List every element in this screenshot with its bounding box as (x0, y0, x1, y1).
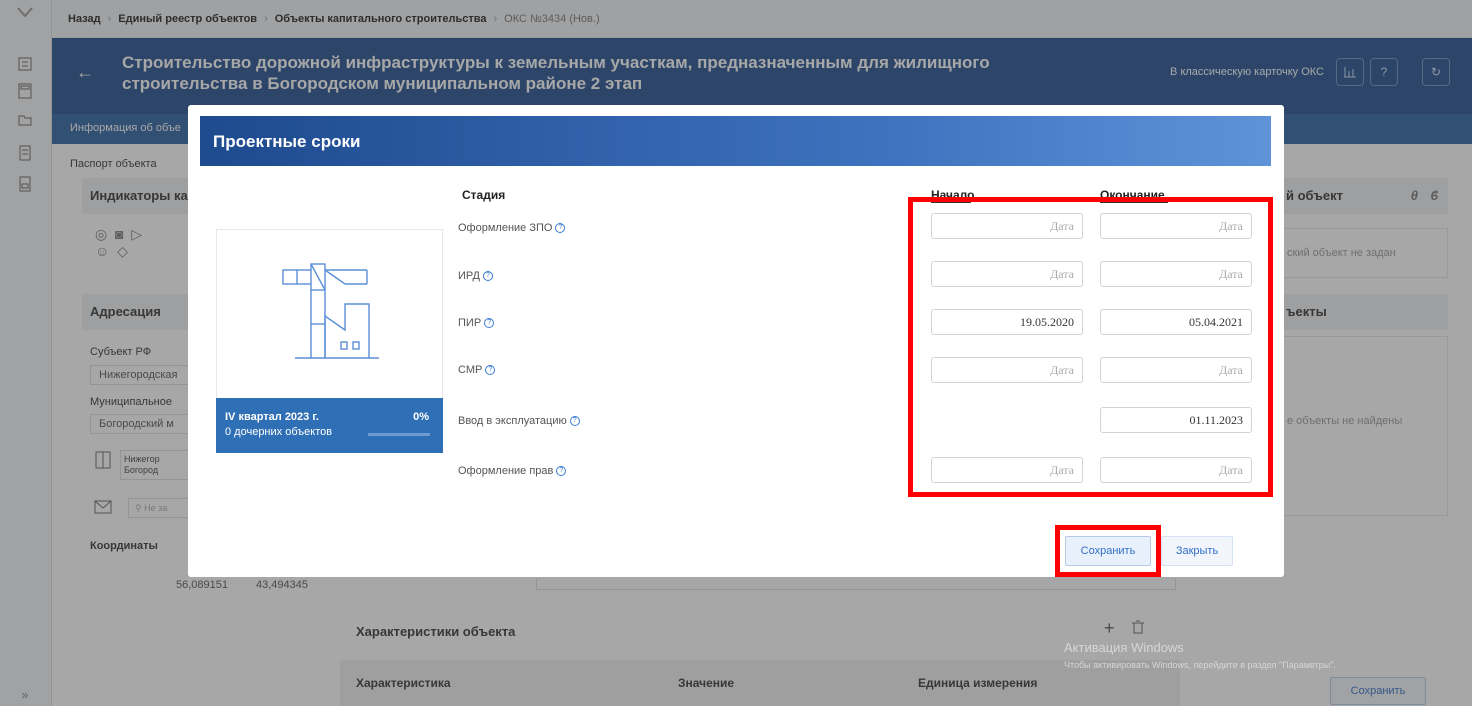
stage-row-pir: ПИР? (458, 317, 495, 329)
help-icon[interactable]: ? (569, 416, 580, 427)
help-icon[interactable]: ? (482, 271, 493, 282)
column-stage: Стадия (462, 188, 506, 202)
progress-percent: 0% (413, 411, 429, 423)
stage-label: Оформление прав (458, 465, 554, 477)
dialog-title: Проектные сроки (213, 132, 361, 151)
object-status-bar: IV квартал 2023 г. 0% 0 дочерних объекто… (216, 398, 443, 453)
save-button[interactable]: Сохранить (1065, 536, 1151, 566)
help-icon[interactable]: ? (556, 466, 567, 477)
help-icon[interactable]: ? (555, 223, 566, 234)
stage-label: Ввод в эксплуатацию (458, 415, 567, 427)
stage-row-rights: Оформление прав? (458, 465, 567, 477)
project-terms-dialog: Проектные сроки IV квартал 2023 г. 0% 0 … (188, 105, 1284, 577)
activation-watermark: Активация Windows (1064, 640, 1184, 655)
stage-label: ПИР (458, 317, 482, 329)
highlight-dates-box (908, 197, 1273, 497)
progress-bar (368, 433, 430, 436)
stage-label: СМР (458, 364, 483, 376)
activation-watermark-hint: Чтобы активировать Windows, перейдите в … (1064, 660, 1336, 670)
dialog-header: Проектные сроки (200, 116, 1271, 166)
stage-row-smr: СМР? (458, 364, 496, 376)
stage-row-zpo: Оформление ЗПО? (458, 222, 566, 234)
stage-row-ird: ИРД? (458, 270, 493, 282)
quarter-label: IV квартал 2023 г. (225, 411, 319, 423)
children-count: 0 дочерних объектов (225, 426, 333, 438)
help-icon[interactable]: ? (484, 318, 495, 329)
stage-label: Оформление ЗПО (458, 222, 553, 234)
close-button[interactable]: Закрыть (1161, 536, 1233, 566)
stage-row-commissioning: Ввод в эксплуатацию? (458, 415, 580, 427)
construction-crane-icon (282, 263, 379, 359)
help-icon[interactable]: ? (485, 365, 496, 376)
stage-label: ИРД (458, 270, 480, 282)
